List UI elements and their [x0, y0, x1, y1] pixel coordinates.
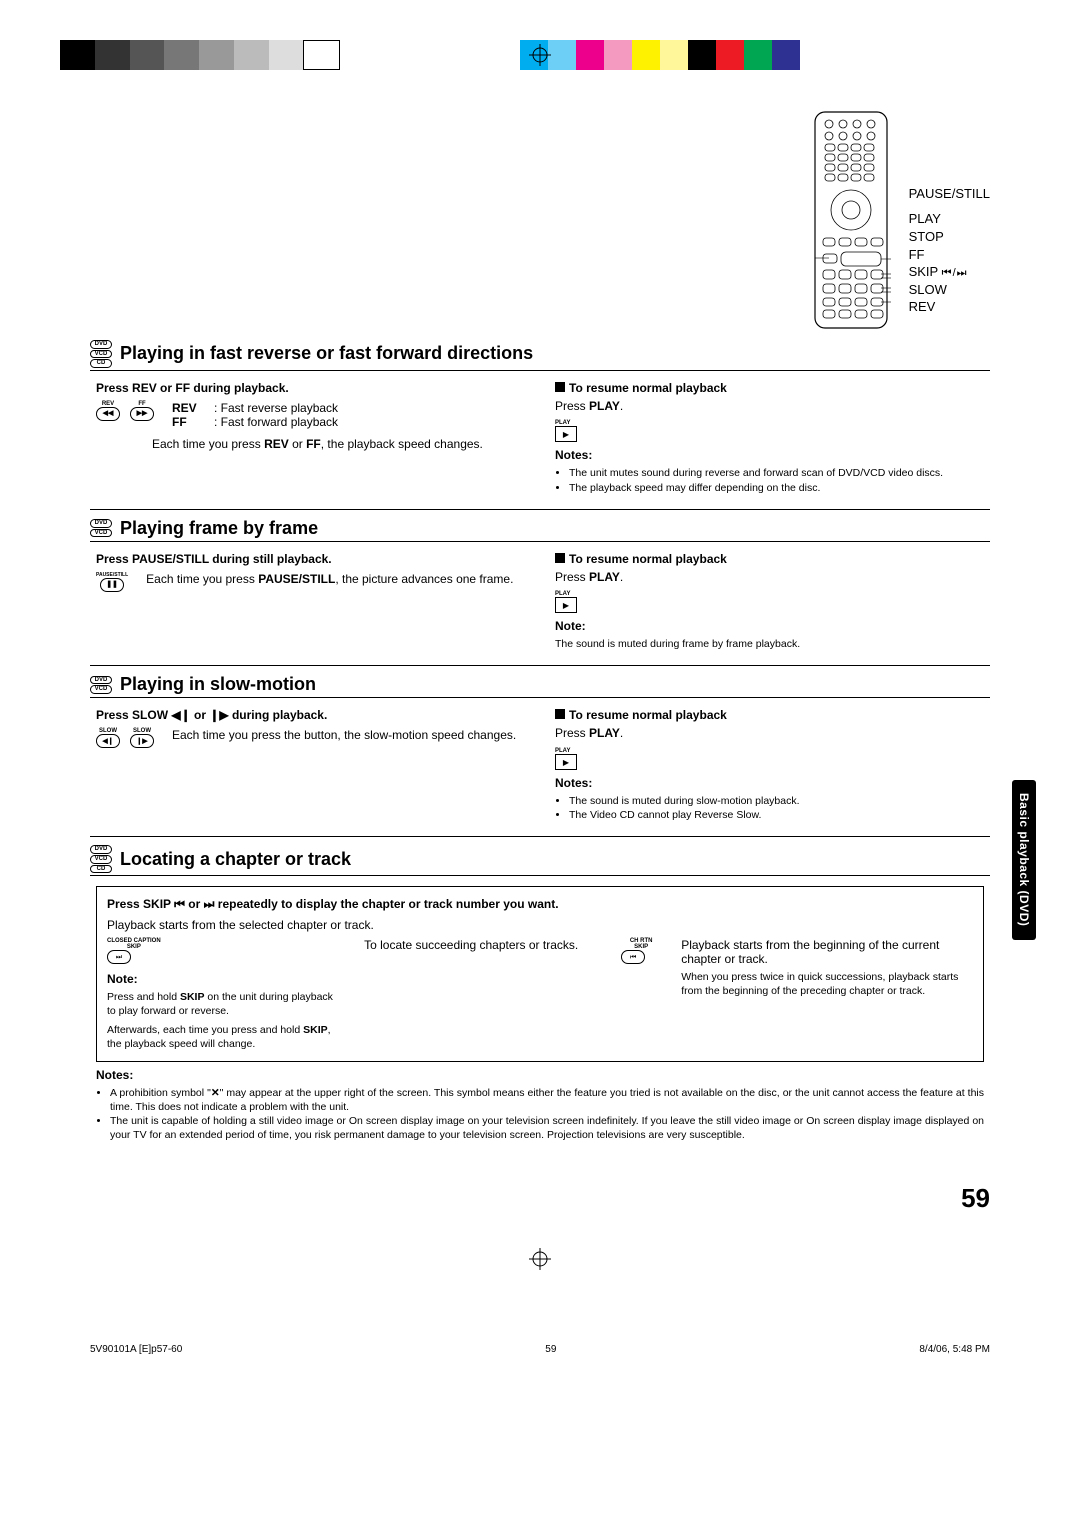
label-skip: SKIP ⏮ / ⏭ [909, 263, 990, 281]
skip-next-button-icon: CLOSED CAPTIONSKIP ⏭ [107, 938, 161, 964]
label-play: PLAY [909, 210, 990, 228]
play-button-icon: PLAY▶ [555, 420, 984, 442]
section1-right: To resume normal playback Press PLAY. PL… [555, 381, 984, 495]
print-registration-bottom [60, 1244, 1020, 1264]
note-item: A prohibition symbol "✕" may appear at t… [110, 1086, 984, 1114]
badge-dvd: DVD [90, 340, 112, 349]
label-rev: REV [909, 298, 990, 316]
prohibition-icon: ✕ [211, 1087, 220, 1099]
section-title: Playing in fast reverse or fast forward … [120, 343, 533, 364]
badge-vcd: VCD [90, 350, 112, 359]
footer-timestamp: 8/4/06, 5:48 PM [919, 1344, 990, 1355]
section-tab: Basic playback (DVD) [1012, 780, 1036, 940]
section-frame-by-frame: DVD VCD Playing frame by frame [90, 518, 990, 542]
label-ff: FF [909, 246, 990, 264]
remote-label-list: PAUSE/STILL PLAY STOP FF SKIP ⏮ / ⏭ SLOW… [909, 185, 990, 330]
slow-fwd-button-icon: SLOW❙▶ [130, 728, 154, 748]
locate-instruction-box: Press SKIP ⏮ or ⏭ repeatedly to display … [96, 886, 984, 1062]
note-item: The playback speed may differ depending … [569, 481, 984, 495]
label-slow: SLOW [909, 281, 990, 299]
section-locating-chapter: DVD VCD CD Locating a chapter or track [90, 845, 990, 876]
ff-button-icon: FF▶▶ [130, 401, 154, 429]
play-button-icon: PLAY▶ [555, 748, 984, 770]
section-fast-forward-reverse: DVD VCD CD Playing in fast reverse or fa… [90, 340, 990, 371]
footer-page: 59 [545, 1344, 556, 1355]
registration-mark-icon [529, 44, 551, 66]
slow-rev-glyph-icon: ◀❙ [171, 708, 190, 722]
print-registration-top [60, 40, 1020, 80]
footer-doc-id: 5V90101A [E]p57-60 [90, 1344, 182, 1355]
section1-left: Press REV or FF during playback. REV◀◀ F… [96, 381, 525, 495]
slow-fwd-glyph-icon: ❙▶ [209, 708, 228, 722]
grayscale-bars [60, 40, 340, 70]
badge-cd: CD [90, 359, 112, 368]
note-item: The unit mutes sound during reverse and … [569, 466, 984, 480]
note-item: The unit is capable of holding a still v… [110, 1114, 984, 1142]
skip-next-glyph-icon: ⏭ [204, 897, 215, 911]
slow-rev-button-icon: SLOW◀❙ [96, 728, 120, 748]
play-button-icon: PLAY▶ [555, 591, 984, 613]
section-slow-motion: DVD VCD Playing in slow-motion [90, 674, 990, 698]
label-pause-still: PAUSE/STILL [909, 185, 990, 203]
registration-mark-icon [529, 1248, 551, 1270]
label-stop: STOP [909, 228, 990, 246]
step-title: Press REV or FF during playback. [96, 381, 525, 395]
footer: 5V90101A [E]p57-60 59 8/4/06, 5:48 PM [90, 1344, 990, 1355]
remote-diagram: PAUSE/STILL PLAY STOP FF SKIP ⏮ / ⏭ SLOW… [90, 110, 990, 330]
remote-icon [811, 110, 891, 330]
pause-still-button-icon: PAUSE/STILL❚❚ [96, 572, 128, 592]
page-number: 59 [0, 1183, 990, 1214]
rev-button-icon: REV◀◀ [96, 401, 120, 429]
skip-prev-glyph-icon: ⏮ [174, 897, 185, 911]
square-bullet-icon [555, 382, 565, 392]
color-bars [520, 40, 800, 70]
skip-prev-button-icon: CH RTNSKIP ⏮ [621, 938, 661, 964]
disc-badges: DVD VCD CD [90, 340, 112, 368]
